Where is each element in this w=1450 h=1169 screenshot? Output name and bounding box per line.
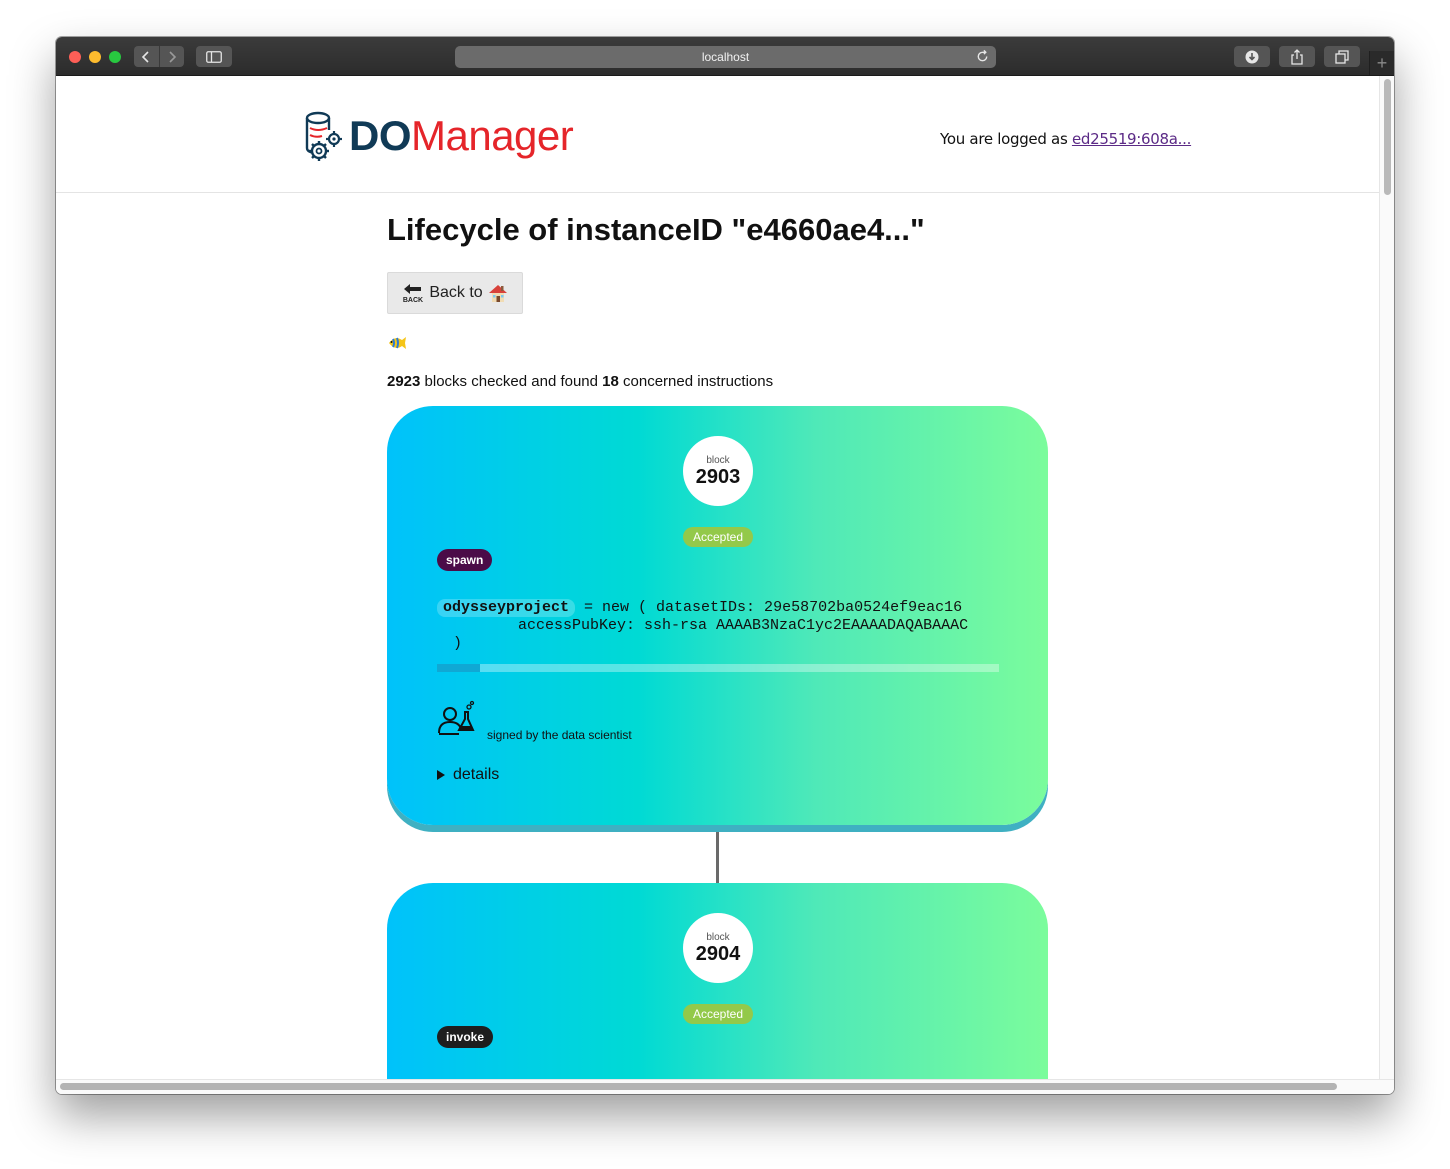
code-line-3: ) <box>453 635 463 652</box>
code-variable: odysseyproject <box>437 599 576 617</box>
code-scrollbar-thumb[interactable] <box>437 664 480 672</box>
vertical-scrollbar-thumb[interactable] <box>1384 79 1391 195</box>
stats-end: concerned instructions <box>618 373 774 390</box>
sidebar-icon <box>206 50 222 63</box>
instruction-card: block 2904 Accepted invoke <box>387 883 1048 1094</box>
browser-window: localhost + DOManager You are logged as … <box>56 37 1394 1094</box>
blocks-count: 2923 <box>387 373 421 390</box>
block-label: block <box>706 931 730 943</box>
house-icon <box>488 285 507 302</box>
tabs-overview-button[interactable] <box>1324 46 1360 67</box>
data-scientist-icon <box>438 700 475 735</box>
details-toggle[interactable]: details <box>437 766 499 784</box>
url-text: localhost <box>701 50 750 64</box>
zoom-window-button[interactable] <box>109 51 121 63</box>
login-prefix: You are logged as <box>940 130 1072 148</box>
new-tab-button[interactable]: + <box>1369 51 1394 75</box>
forward-nav-button[interactable] <box>158 46 185 67</box>
horizontal-scrollbar-thumb[interactable] <box>60 1083 1337 1090</box>
chevron-right-icon <box>169 50 176 63</box>
database-gear-icon <box>305 111 342 161</box>
reload-icon[interactable] <box>975 49 990 64</box>
site-logo[interactable]: DOManager <box>349 110 574 162</box>
logo-text-manager: Manager <box>411 112 574 159</box>
login-info: You are logged as ed25519:608a... <box>940 130 1191 148</box>
instruction-type-badge: invoke <box>437 1026 494 1048</box>
download-icon <box>1245 50 1259 63</box>
site-header: DOManager You are logged as ed25519:608a… <box>56 76 1380 193</box>
details-label: details <box>453 766 500 783</box>
downloads-button[interactable] <box>1234 46 1270 67</box>
instructions-count: 18 <box>602 373 619 390</box>
status-badge: Accepted <box>683 527 753 547</box>
logo-text-do: DO <box>349 112 412 159</box>
minimize-window-button[interactable] <box>89 51 101 63</box>
stats-line: 2923 blocks checked and found 18 concern… <box>387 373 773 390</box>
block-number: 2903 <box>695 465 741 488</box>
caret-right-icon <box>437 770 445 780</box>
stats-mid: blocks checked and found <box>420 373 603 390</box>
share-icon <box>1291 48 1303 65</box>
block-number-badge: block 2904 <box>683 913 753 983</box>
user-link[interactable]: ed25519:608a... <box>1072 130 1191 148</box>
chevron-left-icon <box>142 50 149 63</box>
page-viewport: DOManager You are logged as ed25519:608a… <box>56 76 1394 1094</box>
status-badge: Accepted <box>683 1004 753 1024</box>
vertical-scrollbar[interactable] <box>1379 76 1394 1082</box>
svg-text:BACK: BACK <box>403 297 423 303</box>
address-bar[interactable]: localhost <box>455 46 996 68</box>
tropical-fish-icon <box>389 337 406 349</box>
history-nav <box>134 46 184 67</box>
code-line-1: = new ( datasetIDs: 29e58702ba0524ef9eac… <box>575 599 963 616</box>
timeline-connector <box>716 832 719 883</box>
close-window-button[interactable] <box>69 51 81 63</box>
instruction-type-badge: spawn <box>437 549 493 571</box>
back-label: Back to <box>429 284 483 301</box>
code-scrollbar[interactable] <box>437 664 999 672</box>
plus-icon: + <box>1376 52 1388 73</box>
block-label: block <box>706 454 730 466</box>
tabs-icon <box>1335 49 1349 64</box>
back-nav-button[interactable] <box>134 46 159 67</box>
share-button[interactable] <box>1279 46 1315 67</box>
page-title: Lifecycle of instanceID "e4660ae4..." <box>387 212 925 247</box>
back-home-button[interactable]: BACK Back to <box>387 272 523 314</box>
sidebar-toggle-button[interactable] <box>196 46 232 67</box>
instruction-code[interactable]: odysseyproject = new ( datasetIDs: 29e58… <box>437 599 999 671</box>
block-number: 2904 <box>695 942 741 965</box>
code-line-2: accessPubKey: ssh-rsa AAAAB3NzaC1yc2EAAA… <box>518 617 969 634</box>
back-arrow-icon: BACK <box>403 284 423 303</box>
browser-titlebar: localhost + <box>56 37 1394 76</box>
horizontal-scrollbar[interactable] <box>56 1079 1394 1094</box>
instruction-card: block 2903 Accepted spawn odysseyproject… <box>387 406 1048 825</box>
block-number-badge: block 2903 <box>683 436 753 506</box>
signed-by-text: signed by the data scientist <box>487 728 632 742</box>
